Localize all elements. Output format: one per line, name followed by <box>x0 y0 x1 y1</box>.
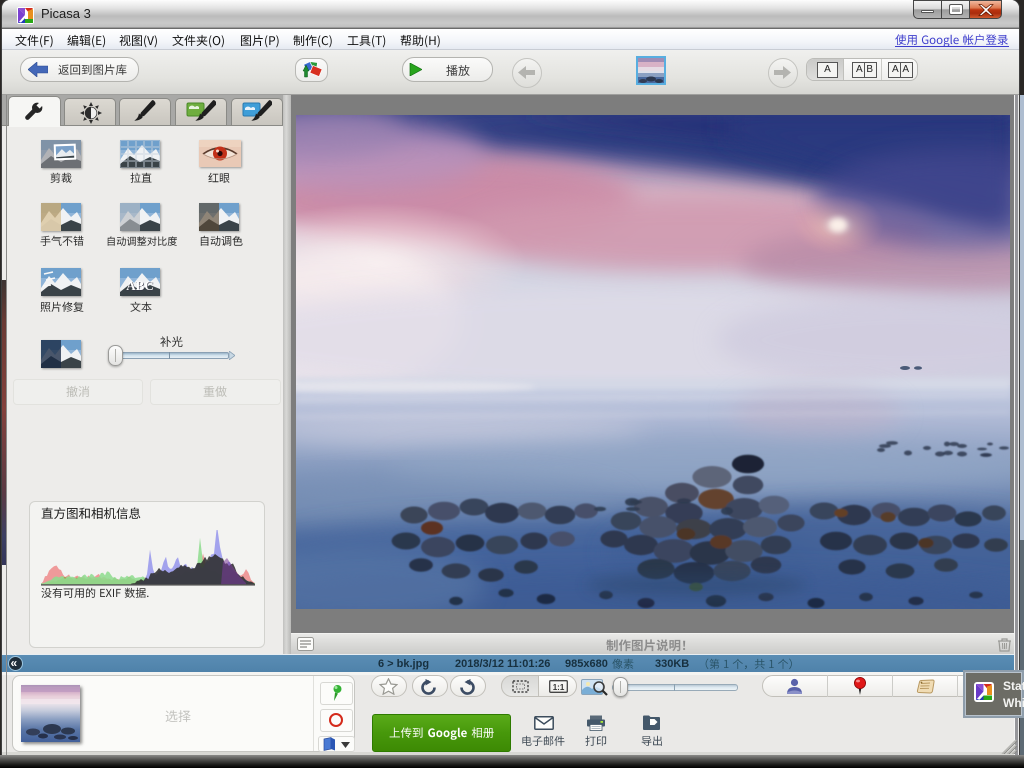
svg-text:1:1: 1:1 <box>553 683 565 692</box>
svg-text:ABC: ABC <box>126 278 153 293</box>
